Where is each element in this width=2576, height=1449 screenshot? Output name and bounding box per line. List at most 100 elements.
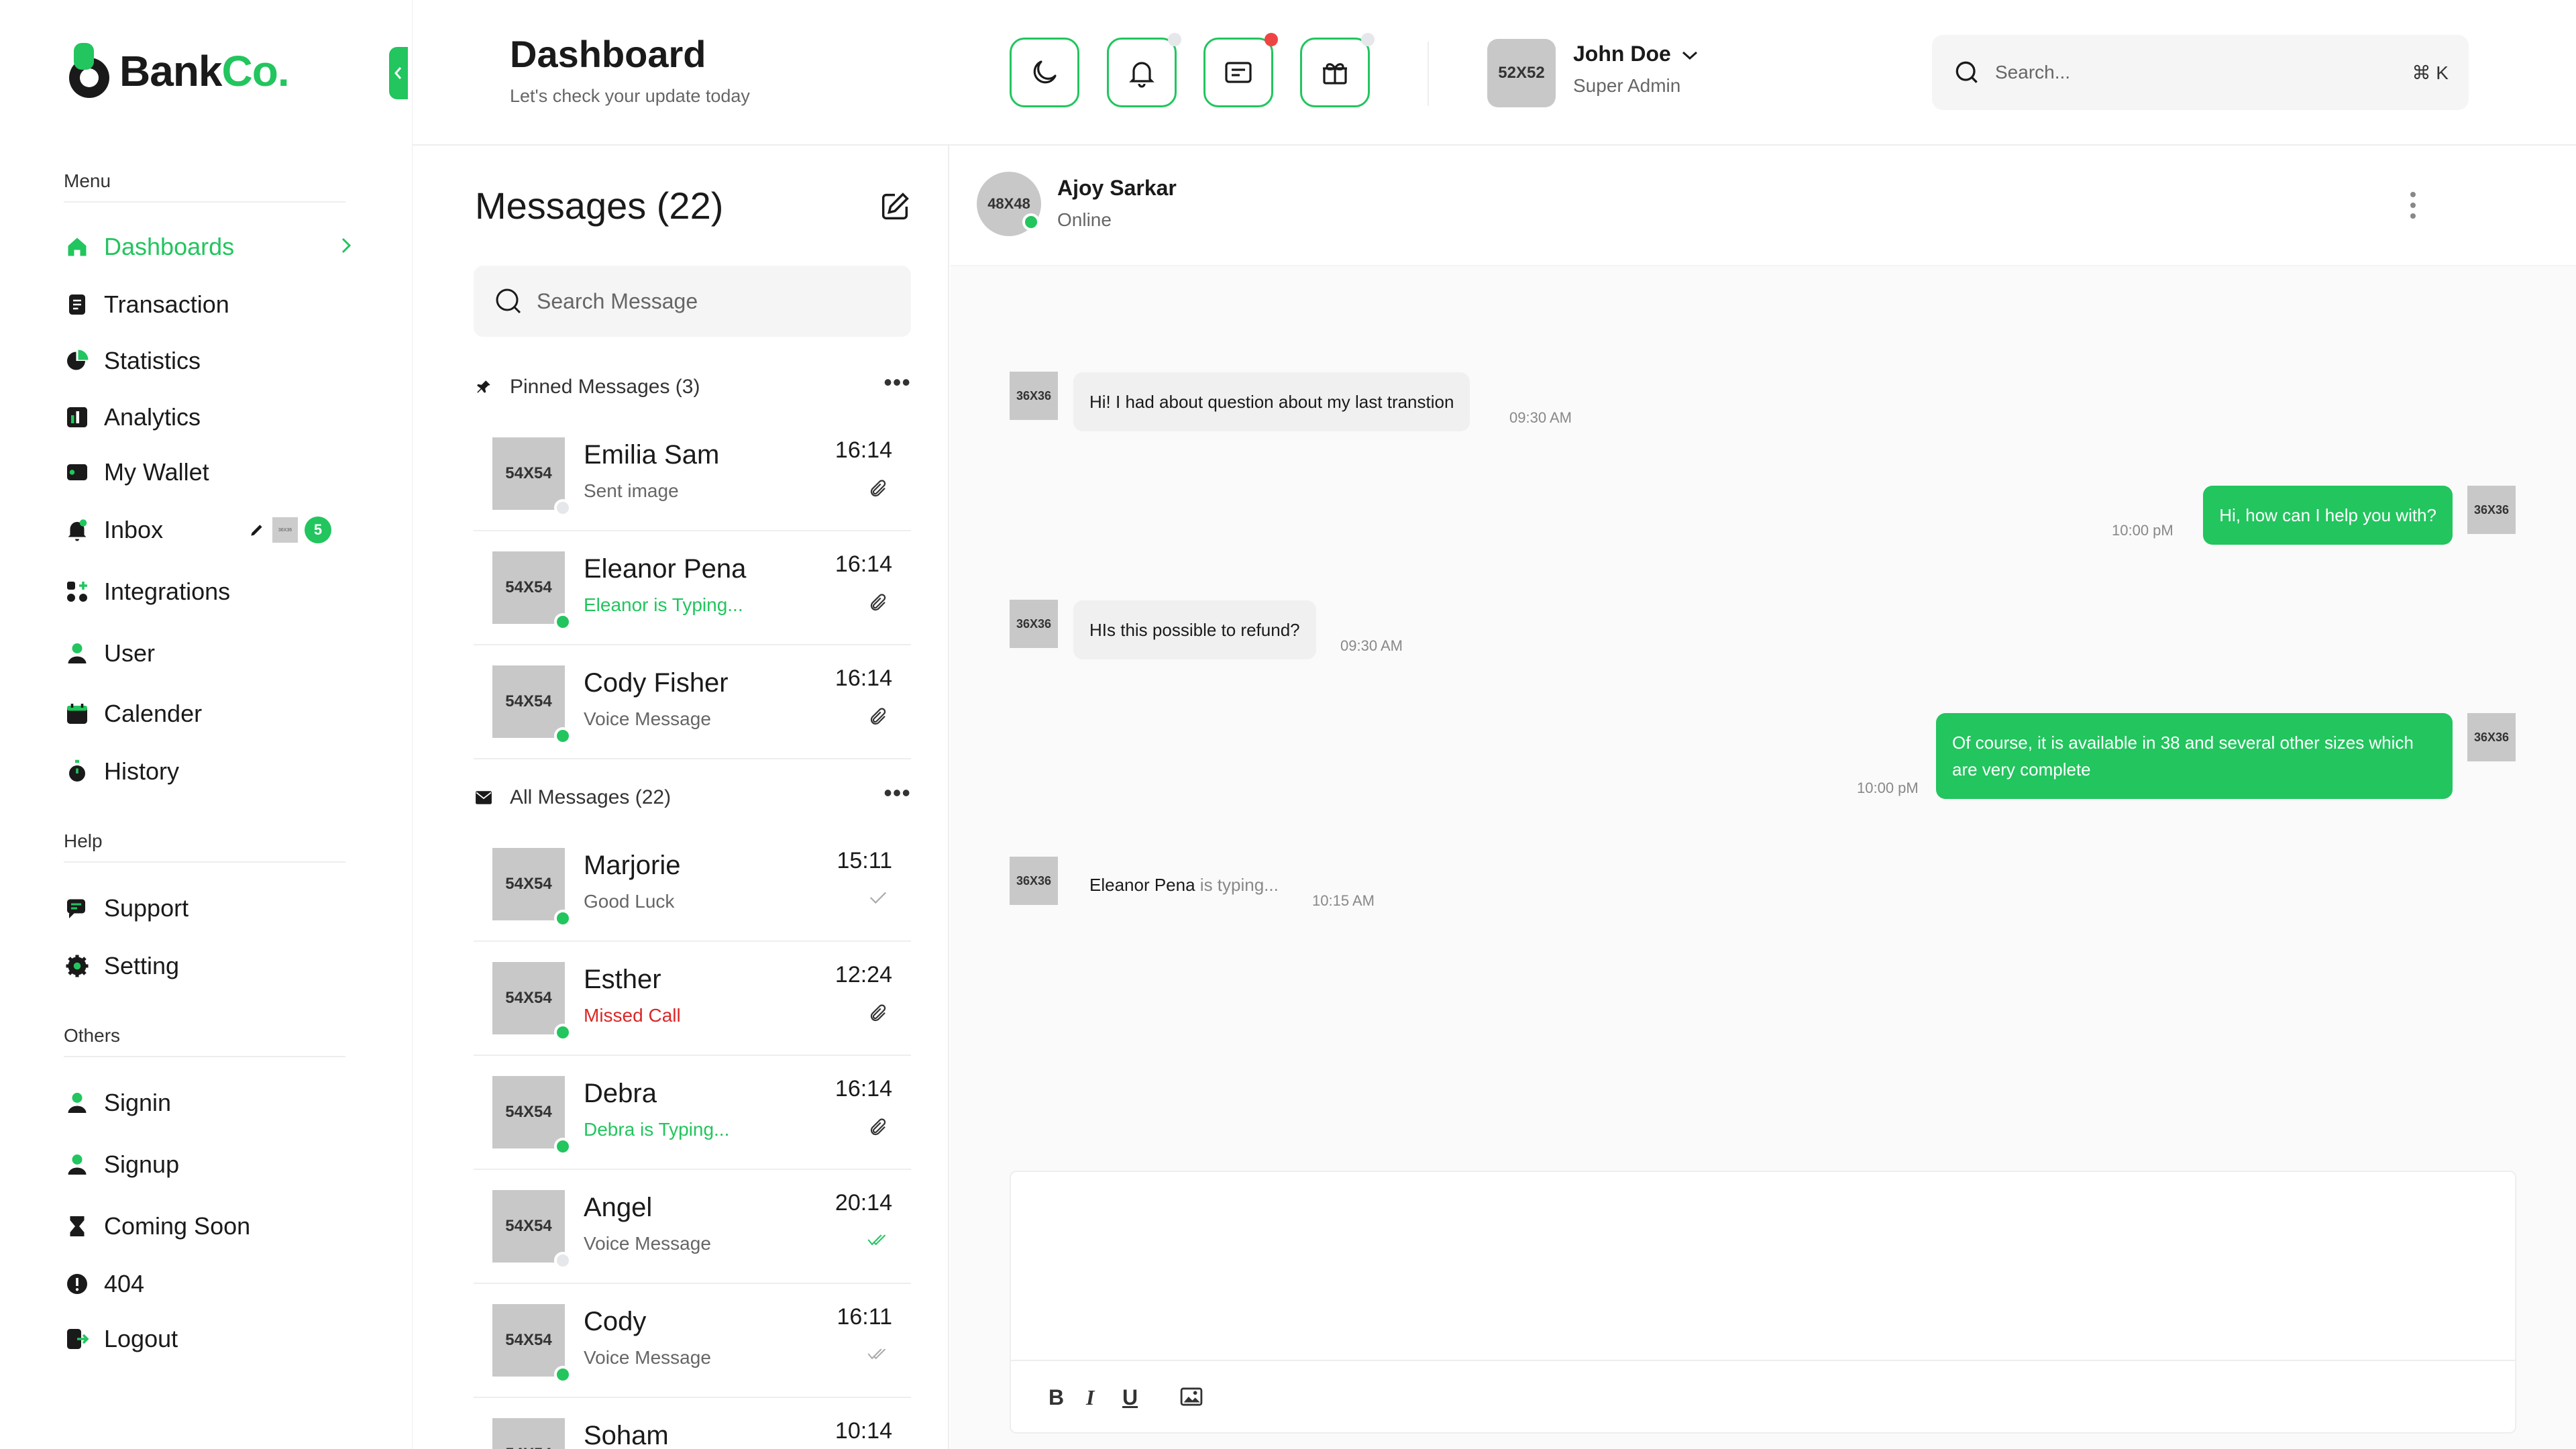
others-section-title: Others bbox=[64, 1025, 121, 1046]
message-time: 10:00 pM bbox=[2112, 522, 2174, 539]
sidebar-item-transaction[interactable]: Transaction bbox=[64, 283, 352, 326]
moon-icon bbox=[1033, 60, 1057, 84]
composer-toolbar-divider bbox=[1011, 1360, 2515, 1361]
grid-plus-icon bbox=[64, 578, 91, 605]
inbox-count-badge: 5 bbox=[305, 517, 331, 543]
wallet-icon bbox=[64, 459, 91, 486]
sidebar-item-integrations[interactable]: Integrations bbox=[64, 570, 352, 613]
contact-avatar: 54X54 bbox=[492, 1190, 565, 1263]
sidebar-item-label: Coming Soon bbox=[104, 1212, 251, 1240]
gift-dot bbox=[1361, 33, 1375, 46]
all-more-button[interactable]: ••• bbox=[883, 781, 911, 805]
divider bbox=[64, 1056, 345, 1057]
contact-preview: Eleanor is Typing... bbox=[584, 594, 743, 615]
sidebar-item-coming-soon[interactable]: Coming Soon bbox=[64, 1205, 352, 1248]
paperclip-icon bbox=[868, 1004, 888, 1024]
user-name[interactable]: John Doe bbox=[1573, 42, 1671, 66]
contact-preview: Missed Call bbox=[584, 1005, 681, 1026]
sidebar-collapse-toggle[interactable] bbox=[389, 47, 408, 99]
contact-avatar: 54X54 bbox=[492, 1076, 565, 1148]
sidebar-item-signup[interactable]: Signup bbox=[64, 1143, 352, 1186]
contact-preview: Voice Message bbox=[584, 1347, 711, 1368]
gift-button[interactable] bbox=[1300, 33, 1375, 107]
contact-avatar: 54X54 bbox=[492, 848, 565, 920]
pinned-more-button[interactable]: ••• bbox=[883, 370, 911, 394]
message-search-input[interactable]: Search Message bbox=[474, 266, 911, 337]
contact-row[interactable]: 54X54 Esther Missed Call 12:24 bbox=[474, 942, 911, 1056]
help-section-title: Help bbox=[64, 830, 103, 851]
sidebar-item-label: 404 bbox=[104, 1270, 145, 1297]
sidebar-item-my-wallet[interactable]: My Wallet bbox=[64, 451, 352, 494]
global-search[interactable]: Search... ⌘ K bbox=[1932, 35, 2469, 110]
notifications-button[interactable] bbox=[1107, 33, 1181, 107]
messages-button[interactable] bbox=[1203, 33, 1278, 107]
typing-avatar: 36X36 bbox=[1010, 857, 1058, 905]
contact-time: 15:11 bbox=[837, 848, 892, 873]
stopwatch-icon bbox=[64, 758, 91, 785]
messages-title: Messages (22) bbox=[475, 184, 724, 227]
contact-row[interactable]: 54X54 Marjorie Good Luck 15:11 bbox=[474, 828, 911, 942]
contact-row[interactable]: 54X54 Eleanor Pena Eleanor is Typing... 16:… bbox=[474, 531, 911, 645]
contact-avatar: 54X54 bbox=[492, 1418, 565, 1449]
paperclip-icon bbox=[868, 1118, 888, 1138]
sidebar-item-history[interactable]: History bbox=[64, 750, 352, 793]
sidebar-item-calender[interactable]: Calender bbox=[64, 692, 352, 735]
receipt-icon bbox=[64, 291, 91, 318]
offline-indicator bbox=[554, 1252, 572, 1269]
contact-row[interactable]: 54X54 Soham 10:14 bbox=[474, 1398, 911, 1449]
contact-row[interactable]: 54X54 Debra Debra is Typing... 16:14 bbox=[474, 1056, 911, 1170]
online-indicator bbox=[554, 613, 572, 631]
inbox-thumbnail: 36X36 bbox=[272, 517, 298, 543]
sidebar-item-logout[interactable]: Logout bbox=[64, 1318, 352, 1360]
sidebar-item-user[interactable]: User bbox=[64, 632, 352, 675]
sidebar-item-label: Calender bbox=[104, 700, 203, 727]
contact-row[interactable]: 54X54 Cody Voice Message 16:11 bbox=[474, 1284, 911, 1398]
message-icon bbox=[1225, 62, 1252, 83]
sidebar-item-404[interactable]: 404 bbox=[64, 1263, 352, 1305]
divider bbox=[64, 201, 345, 203]
sidebar-item-statistics[interactable]: Statistics bbox=[64, 339, 352, 382]
pie-chart-icon bbox=[64, 347, 91, 374]
user-icon bbox=[64, 1089, 91, 1116]
user-avatar[interactable]: 52X52 bbox=[1487, 39, 1556, 107]
peer-name[interactable]: Ajoy Sarkar bbox=[1057, 176, 1177, 201]
italic-button[interactable]: I bbox=[1086, 1385, 1094, 1410]
page-subtitle: Let's check your update today bbox=[510, 86, 750, 106]
message-avatar: 36X36 bbox=[2467, 713, 2516, 761]
message-time: 10:00 pM bbox=[1857, 780, 1919, 796]
contact-row[interactable]: 54X54 Cody Fisher Voice Message 16:14 bbox=[474, 645, 911, 759]
chat-header bbox=[951, 146, 2576, 266]
search-shortcut: ⌘ K bbox=[2412, 62, 2449, 83]
contact-preview: Sent image bbox=[584, 480, 679, 501]
sidebar-item-label: Analytics bbox=[104, 403, 201, 431]
sidebar-item-inbox[interactable]: Inbox 36X36 5 bbox=[64, 508, 352, 551]
underline-button[interactable]: U bbox=[1122, 1385, 1138, 1410]
contact-row[interactable]: 54X54 Emilia Sam Sent image 16:14 bbox=[474, 417, 911, 531]
contact-preview: Voice Message bbox=[584, 708, 711, 729]
chevron-down-icon[interactable] bbox=[1680, 50, 1699, 62]
sidebar-item-signin[interactable]: Signin bbox=[64, 1081, 352, 1124]
sidebar-item-label: Transaction bbox=[104, 290, 229, 318]
message-search-placeholder: Search Message bbox=[537, 288, 698, 313]
contact-time: 16:14 bbox=[835, 551, 892, 577]
sidebar-item-label: Support bbox=[104, 894, 189, 922]
brand-logo[interactable]: BankCo. bbox=[66, 39, 290, 103]
image-icon[interactable] bbox=[1180, 1387, 1203, 1407]
contact-time: 16:14 bbox=[835, 1076, 892, 1102]
sidebar-item-dashboards[interactable]: Dashboards bbox=[64, 225, 352, 268]
message-avatar: 36X36 bbox=[1010, 600, 1058, 648]
sidebar-item-analytics[interactable]: Analytics bbox=[64, 396, 352, 439]
message-avatar: 36X36 bbox=[2467, 486, 2516, 534]
bold-button[interactable]: B bbox=[1049, 1385, 1064, 1410]
online-indicator bbox=[554, 1024, 572, 1041]
message-composer[interactable]: B I U bbox=[1010, 1171, 2516, 1434]
theme-toggle-button[interactable] bbox=[1010, 38, 1079, 107]
compose-icon[interactable] bbox=[877, 189, 912, 224]
sidebar-item-setting[interactable]: Setting bbox=[64, 945, 352, 987]
contact-avatar: 54X54 bbox=[492, 437, 565, 510]
contact-row[interactable]: 54X54 Angel Voice Message 20:14 bbox=[474, 1170, 911, 1284]
more-vertical-icon[interactable] bbox=[2408, 191, 2418, 220]
sidebar-item-label: Signin bbox=[104, 1089, 172, 1116]
peer-status: Online bbox=[1057, 209, 1112, 230]
sidebar-item-support[interactable]: Support bbox=[64, 887, 352, 930]
